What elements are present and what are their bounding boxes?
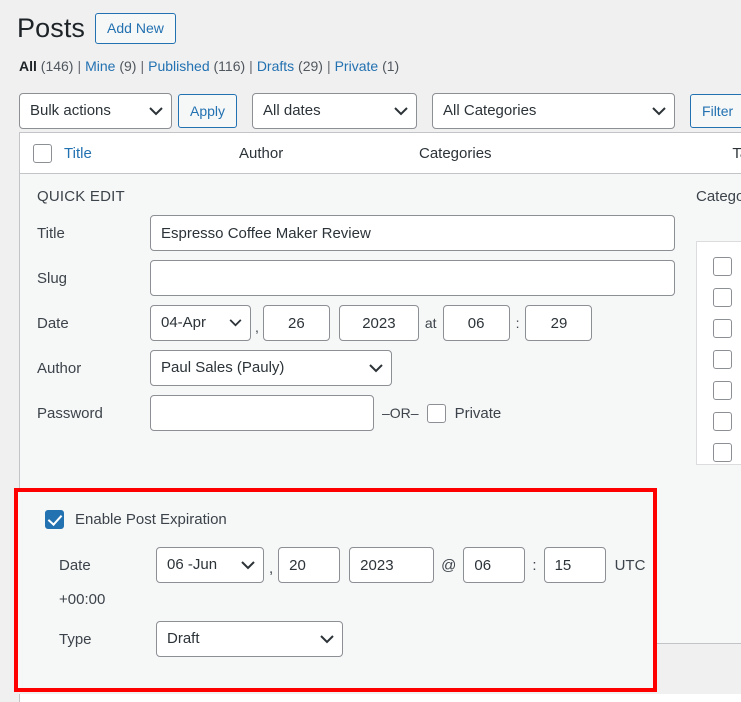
date-at-label: at [424, 315, 437, 331]
category-item[interactable]: Creative [713, 344, 741, 375]
separator: | [249, 58, 253, 74]
expiration-hour-input[interactable] [463, 547, 526, 583]
table-navigation-bar: Bulk actions Apply All dates All Categor… [0, 80, 741, 132]
author-select[interactable]: Paul Sales (Pauly) [150, 350, 392, 386]
status-link-all[interactable]: All (146) [19, 58, 73, 74]
expiration-minute-input[interactable] [543, 547, 606, 583]
password-input[interactable] [150, 395, 374, 431]
separator: | [77, 58, 82, 74]
enable-post-expiration-checkbox[interactable] [45, 510, 64, 529]
date-minute-input[interactable] [525, 305, 593, 341]
all-dates-select[interactable]: All dates [252, 93, 418, 129]
category-checkbox[interactable] [713, 319, 732, 338]
title-label: Title [37, 224, 65, 242]
quick-edit-left-column: Title Slug Date 04-Apr [20, 205, 700, 431]
add-new-button[interactable]: Add New [95, 13, 176, 44]
quick-edit-legend: QUICK EDIT [37, 188, 125, 205]
all-categories-select[interactable]: All Categories [432, 93, 676, 129]
expiration-day-input[interactable] [278, 547, 341, 583]
post-expiration-panel: Enable Post Expiration Date 06 -Jun , @ … [14, 488, 657, 692]
select-all-checkbox[interactable] [32, 143, 52, 163]
page-header: Posts Add New [0, 0, 741, 48]
quick-edit-title-row: Title [37, 215, 700, 251]
separator: | [326, 58, 331, 74]
category-checkbox[interactable] [713, 412, 732, 431]
category-checkbox[interactable] [713, 443, 732, 462]
date-month-select[interactable]: 04-Apr [150, 305, 251, 341]
expiration-timezone-label: UTC [614, 556, 646, 574]
password-label: Password [37, 404, 103, 422]
separator: | [140, 58, 145, 74]
category-item[interactable]: eCommerce [713, 375, 741, 406]
expiration-date-row: Date 06 -Jun , @ : UTC [59, 547, 653, 583]
quick-edit-legend-bar: QUICK EDIT [20, 174, 741, 205]
quick-edit-slug-row: Slug [37, 260, 700, 296]
author-label: Author [37, 359, 82, 377]
quick-edit-body: Title Slug Date 04-Apr [20, 205, 741, 465]
expiration-type-label: Type [59, 630, 92, 648]
quick-edit-categories-legend: Categories [696, 188, 741, 205]
bulk-actions-select[interactable]: Bulk actions [19, 93, 172, 129]
date-label: Date [37, 314, 69, 332]
expiration-month-select-wrap: 06 -Jun [156, 547, 264, 583]
column-header-author: Author [239, 144, 284, 162]
expiration-type-row: Type Draft [59, 621, 653, 657]
table-header-row: Title Author Categories Tags [20, 133, 741, 174]
date-month-select-wrap: 04-Apr [150, 305, 251, 341]
private-checkbox[interactable] [426, 403, 446, 423]
apply-button[interactable]: Apply [178, 94, 238, 128]
category-item[interactable]: Business [713, 251, 741, 282]
expiration-at-symbol: @ [441, 556, 457, 574]
filter-button[interactable]: Filter [690, 94, 741, 128]
date-day-input[interactable] [262, 305, 330, 341]
status-link-published[interactable]: Published (116) [148, 58, 245, 74]
date-year-input[interactable] [338, 305, 419, 341]
enable-post-expiration-label: Enable Post Expiration [75, 511, 227, 528]
expiration-type-select-wrap: Draft [156, 621, 343, 657]
bulk-actions-select-wrap: Bulk actions [19, 93, 172, 129]
category-checkbox[interactable] [713, 381, 732, 400]
all-categories-select-wrap: All Categories [432, 93, 676, 129]
category-checkbox[interactable] [713, 350, 732, 369]
category-item[interactable]: Finance [713, 437, 741, 464]
column-header-title[interactable]: Title [64, 145, 239, 162]
date-comma: , [255, 319, 259, 335]
category-item[interactable]: Clients [713, 313, 741, 344]
status-link-drafts[interactable]: Drafts (29) [257, 58, 323, 74]
table-bottom-edge [19, 694, 741, 702]
quick-edit-password-row: Password –OR– Private [37, 395, 700, 431]
post-status-filter-links: All (146) | Mine (9) | Published (116) | Draft… [0, 48, 741, 80]
category-checkbox[interactable] [713, 288, 732, 307]
status-link-private[interactable]: Private (1) [335, 58, 400, 74]
all-dates-select-wrap: All dates [252, 93, 418, 129]
slug-label: Slug [37, 269, 68, 287]
private-label: Private [454, 404, 502, 422]
or-label: –OR– [382, 405, 419, 421]
quick-edit-author-row: Author Paul Sales (Pauly) [37, 350, 700, 386]
expiration-time-separator: : [532, 556, 537, 574]
enable-post-expiration-row[interactable]: Enable Post Expiration [45, 510, 653, 529]
expiration-comma: , [269, 560, 274, 577]
category-item[interactable]: Engineering [713, 406, 741, 437]
category-checkbox[interactable] [713, 257, 732, 276]
select-all-cell [20, 143, 64, 163]
quick-edit-date-row: Date 04-Apr , at : [37, 305, 700, 341]
expiration-utc-offset: +00:00 [59, 591, 106, 608]
column-header-categories: Categories [419, 144, 492, 162]
time-separator: : [515, 315, 520, 331]
expiration-date-label: Date [59, 556, 91, 574]
author-select-wrap: Paul Sales (Pauly) [150, 350, 392, 386]
slug-input[interactable] [150, 260, 675, 296]
quick-edit-categories-list[interactable]: Business Cats Clients Creative [696, 241, 741, 465]
posts-admin-page: Posts Add New All (146) | Mine (9) | Publish… [0, 0, 741, 702]
column-header-tags: Tags [732, 144, 741, 162]
page-title: Posts [17, 12, 86, 43]
expiration-year-input[interactable] [349, 547, 435, 583]
status-link-mine[interactable]: Mine (9) [85, 58, 136, 74]
category-item[interactable]: Cats [713, 282, 741, 313]
expiration-month-select[interactable]: 06 -Jun [156, 547, 264, 583]
expiration-type-select[interactable]: Draft [156, 621, 343, 657]
date-hour-input[interactable] [442, 305, 510, 341]
title-input[interactable] [150, 215, 675, 251]
